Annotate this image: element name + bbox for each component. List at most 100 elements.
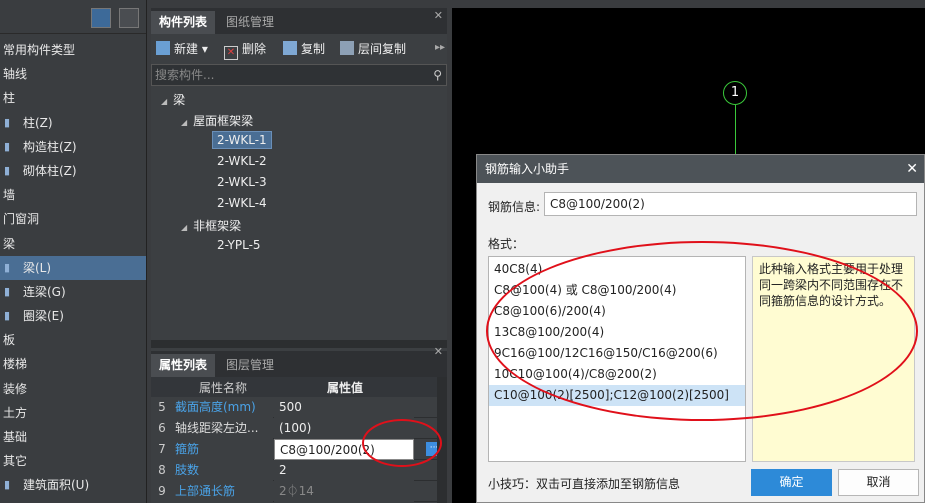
nav-item[interactable]: ▮ 建筑面积(U) (0, 473, 146, 497)
property-tabs: 属性列表 图层管理 ✕ (151, 345, 447, 377)
floor-copy-icon (340, 41, 354, 55)
nav-item[interactable]: ▮ 构造柱(Z) (0, 135, 146, 159)
nav-item[interactable]: 柱 (0, 86, 146, 110)
close-icon[interactable]: ✕ (906, 155, 918, 183)
left-panel-toolbar (0, 0, 146, 34)
nav-item-label: 楼梯 (3, 357, 28, 372)
nav-item-label: 板 (3, 333, 16, 348)
row-number: 5 (151, 397, 173, 418)
nav-item[interactable]: 楼梯 (0, 352, 146, 376)
rebar-info-input[interactable]: C8@100/200(2) (544, 192, 917, 216)
dialog-title: 钢筋输入小助手 (485, 162, 570, 176)
rebar-info-label: 钢筋信息: (488, 200, 541, 214)
search-icon[interactable]: ⚲ (433, 65, 442, 85)
annotation-ring-stirrup (362, 419, 442, 467)
nav-item-label: 砌体柱(Z) (23, 163, 77, 178)
header-property-value: 属性值 (327, 381, 364, 395)
nav-item[interactable]: 梁 (0, 232, 146, 256)
nav-item[interactable]: ▮ 圈梁(E) (0, 304, 146, 328)
tree-group-non-frame-beam[interactable]: ◢ 非框架梁 (181, 217, 241, 234)
tab-layer-management[interactable]: 图层管理 (218, 354, 282, 377)
component-tabs: 构件列表 图纸管理 ✕ (151, 8, 447, 34)
tree-group-roof-frame-beam[interactable]: ◢ 屋面框架梁 (181, 112, 253, 129)
beam-icon: ▮ (4, 260, 11, 274)
copy-icon (283, 41, 297, 55)
property-row[interactable]: 9 上部通长筋 2⏀14 (151, 481, 447, 502)
delete-button[interactable]: ✕ 删除 (224, 40, 266, 60)
row-number: 6 (151, 418, 173, 439)
nav-item[interactable]: ▮ 砌体柱(Z) (0, 159, 146, 183)
row-number: 9 (151, 481, 173, 502)
grid-view-icon[interactable] (119, 8, 139, 28)
nav-item[interactable]: ▮ 连梁(G) (0, 280, 146, 304)
nav-item-label: 柱(Z) (23, 115, 53, 130)
nav-item-label: 柱 (3, 91, 16, 106)
delete-icon: ✕ (224, 46, 238, 60)
floor-copy-button[interactable]: 层间复制 (340, 40, 406, 57)
annotation-ring-formats (486, 241, 918, 421)
tab-drawing-management[interactable]: 图纸管理 (218, 11, 282, 34)
collapse-icon[interactable]: ◢ (161, 97, 167, 106)
ok-button[interactable]: 确定 (751, 469, 832, 496)
property-grid-header: 属性名称 属性值 (151, 377, 447, 397)
property-name: 箍筋 (173, 439, 273, 460)
component-toolbar: 新建 ▾ ✕ 删除 复制 层间复制 ▸▸ (151, 34, 447, 64)
nav-item-label: 基础 (3, 430, 28, 444)
nav-item[interactable]: 板 (0, 328, 146, 352)
nav-item[interactable]: 门窗洞 (0, 207, 146, 231)
coupling-beam-icon: ▮ (4, 284, 11, 298)
component-tree: ◢ 梁 ◢ 屋面框架梁 2-WKL-1 2-WKL-2 2-WKL-3 2-WKL-… (151, 86, 447, 326)
row-number: 8 (151, 460, 173, 481)
nav-item[interactable]: 其它 (0, 449, 146, 473)
tab-component-list[interactable]: 构件列表 (151, 11, 216, 34)
nav-item-label: 门窗洞 (3, 212, 40, 227)
property-row[interactable]: 5 截面高度(mm) 500 (151, 397, 447, 418)
axis-bubble[interactable]: 1 (723, 81, 747, 105)
property-name: 肢数 (173, 460, 273, 481)
masonry-column-icon: ▮ (4, 163, 11, 177)
nav-item[interactable]: 轴线 (0, 62, 146, 86)
close-icon[interactable]: ✕ (434, 9, 443, 22)
copy-button[interactable]: 复制 (283, 40, 325, 57)
nav-item-label: 装修 (3, 381, 28, 396)
cancel-button[interactable]: 取消 (838, 469, 919, 496)
property-value[interactable]: 500 (274, 397, 414, 418)
row-number: 7 (151, 439, 173, 460)
nav-item-label: 土方 (3, 405, 28, 420)
tree-root[interactable]: ◢ 梁 (161, 91, 185, 108)
component-type-panel: 常用构件类型 轴线柱 ▮ 柱(Z) ▮ 构造柱(Z) ▮ 砌体柱(Z) 墙门窗洞梁 ▮ 梁(L) ▮ 连… (0, 0, 147, 503)
nav-item-label: 梁(L) (23, 260, 52, 275)
panel-divider[interactable] (151, 340, 447, 348)
dialog-title-bar: 钢筋输入小助手 ✕ (477, 155, 924, 183)
collapse-icon[interactable]: ◢ (181, 223, 187, 232)
nav-item-label: 连梁(G) (23, 284, 66, 299)
nav-item[interactable]: 土方 (0, 401, 146, 425)
nav-item-label: 构造柱(Z) (23, 139, 77, 154)
nav-item-label: 墙 (3, 188, 16, 203)
tree-item[interactable]: 2-WKL-4 (217, 196, 267, 210)
tree-item[interactable]: 2-WKL-2 (217, 154, 267, 168)
list-view-icon[interactable] (91, 8, 111, 28)
nav-item[interactable]: 墙 (0, 183, 146, 207)
tab-property-list[interactable]: 属性列表 (151, 354, 216, 377)
nav-item[interactable]: 常用构件类型 (0, 38, 146, 62)
new-button[interactable]: 新建 ▾ (156, 40, 208, 57)
nav-item-label: 建筑面积(U) (23, 478, 90, 493)
property-name: 轴线距梁左边... (173, 418, 273, 439)
property-name: 上部通长筋 (173, 481, 273, 502)
nav-item[interactable]: 装修 (0, 377, 146, 401)
close-icon[interactable]: ✕ (434, 345, 443, 358)
nav-item[interactable]: 基础 (0, 425, 146, 449)
nav-item[interactable]: ▮ 柱(Z) (0, 111, 146, 135)
format-label: 格式： (488, 237, 525, 251)
tree-item[interactable]: 2-YPL-5 (217, 238, 261, 252)
nav-item-label: 常用构件类型 (3, 43, 76, 57)
more-icon[interactable]: ▸▸ (435, 42, 445, 53)
building-area-icon: ▮ (4, 478, 11, 492)
component-search-input[interactable]: 搜索构件... ⚲ (151, 64, 447, 86)
collapse-icon[interactable]: ◢ (181, 118, 187, 127)
tree-item[interactable]: 2-WKL-1 (212, 131, 272, 149)
tree-item[interactable]: 2-WKL-3 (217, 175, 267, 189)
property-value[interactable]: 2⏀14 (274, 481, 414, 502)
nav-item[interactable]: ▮ 梁(L) (0, 255, 146, 280)
